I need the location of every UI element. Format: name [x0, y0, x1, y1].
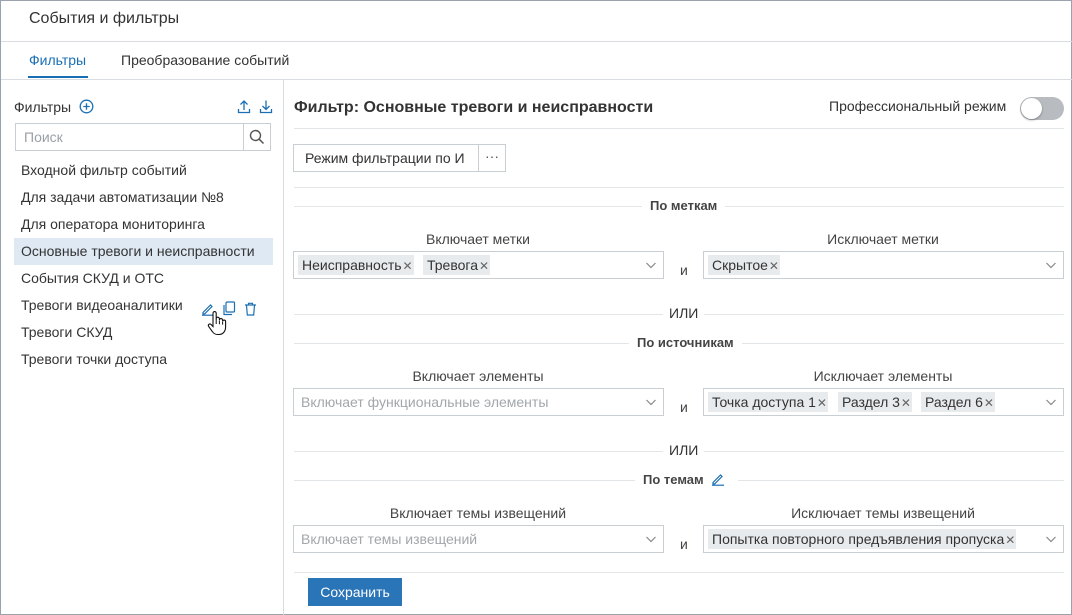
include-tags-label: Включает метки — [426, 231, 530, 247]
element-chip: Точка доступа 1✕ — [708, 392, 828, 412]
close-icon[interactable]: ✕ — [900, 393, 912, 413]
tab-bar: Фильтры Преобразование событий — [1, 42, 1072, 80]
search-button[interactable] — [243, 124, 270, 150]
list-item-hovered[interactable]: Тревоги видеоаналитики — [14, 292, 273, 319]
select-placeholder: Включает темы извещений — [301, 531, 478, 547]
list-item[interactable]: Тревоги СКУД — [14, 319, 273, 346]
toggle-knob — [1021, 98, 1042, 119]
close-icon[interactable]: ✕ — [816, 393, 828, 413]
window-title: События и фильтры — [29, 10, 180, 27]
chip-label: Раздел 6 — [925, 394, 983, 410]
list-item[interactable]: Тревоги точки доступа — [14, 346, 273, 373]
more-button[interactable]: ··· — [478, 144, 506, 172]
exclude-topics-label: Исключает темы извещений — [791, 505, 975, 521]
filters-sidebar: Фильтры Входной фильтр событий Для задач… — [1, 80, 284, 615]
exclude-tags-label: Исключает метки — [827, 231, 939, 247]
filter-editor: Фильтр: Основные тревоги и неисправности… — [285, 80, 1072, 615]
chip-label: Скрытое — [712, 257, 768, 273]
plus-circle-icon[interactable] — [79, 99, 94, 117]
chevron-down-icon — [1046, 262, 1056, 269]
sidebar-heading: Фильтры — [14, 99, 72, 115]
tag-chip: Неисправность✕ — [298, 255, 414, 275]
include-elements-select[interactable]: Включает функциональные элементы — [293, 388, 664, 416]
include-tags-select[interactable]: Неисправность✕ Тревога✕ — [293, 251, 664, 279]
or-label: ИЛИ — [663, 305, 705, 321]
tab-event-transform[interactable]: Преобразование событий — [121, 52, 289, 68]
divider — [294, 187, 1064, 188]
tag-chip: Тревога✕ — [423, 255, 490, 275]
list-item[interactable]: Входной фильтр событий — [14, 157, 273, 184]
or-label: ИЛИ — [663, 442, 705, 458]
divider — [294, 572, 1064, 573]
list-item-selected[interactable]: Основные тревоги и неисправности — [14, 238, 273, 265]
chip-label: Тревога — [427, 257, 478, 273]
chevron-down-icon — [1046, 399, 1056, 406]
chip-label: Точка доступа 1 — [712, 394, 816, 410]
and-label: и — [680, 262, 688, 278]
close-icon[interactable]: ✕ — [768, 256, 780, 276]
section-title-tags: По меткам — [642, 198, 726, 213]
title-bar: События и фильтры — [1, 1, 1072, 42]
exclude-elements-label: Исключает элементы — [813, 368, 953, 384]
pro-mode-label: Профессиональный режим — [829, 98, 1007, 114]
chevron-down-icon — [646, 399, 656, 406]
include-topics-label: Включает темы извещений — [389, 505, 567, 521]
app-window: События и фильтры Фильтры Преобразование… — [0, 0, 1072, 615]
list-item[interactable]: Для оператора мониторинга — [14, 211, 273, 238]
close-icon[interactable]: ✕ — [983, 393, 995, 413]
list-item-label: Тревоги точки доступа — [21, 351, 167, 367]
list-item-label: Для оператора мониторинга — [21, 216, 205, 232]
pro-mode-toggle[interactable] — [1020, 97, 1064, 120]
download-icon[interactable] — [259, 99, 273, 117]
chevron-down-icon — [646, 262, 656, 269]
and-label: и — [680, 399, 688, 415]
list-item[interactable]: Для задачи автоматизации №8 — [14, 184, 273, 211]
filter-mode-button[interactable]: Режим фильтрации по И — [293, 144, 479, 172]
exclude-topics-select[interactable]: Попытка повторного предъявления пропуска… — [703, 525, 1064, 553]
close-icon[interactable]: ✕ — [1004, 530, 1016, 550]
list-item-label: Для задачи автоматизации №8 — [21, 189, 224, 205]
divider — [294, 128, 1064, 129]
element-chip: Раздел 6✕ — [921, 392, 995, 412]
exclude-tags-select[interactable]: Скрытое✕ — [703, 251, 1064, 279]
close-icon[interactable]: ✕ — [478, 256, 490, 276]
active-tab-indicator — [28, 76, 88, 78]
close-icon[interactable]: ✕ — [402, 256, 414, 276]
select-placeholder: Включает функциональные элементы — [301, 394, 549, 410]
list-item-label: Основные тревоги и неисправности — [21, 243, 255, 259]
include-elements-label: Включает элементы — [412, 368, 544, 384]
section-title-sources: По источникам — [629, 335, 742, 350]
chip-label: Попытка повторного предъявления пропуска — [712, 531, 1005, 547]
list-item-label: Тревоги СКУД — [21, 324, 113, 340]
search-icon — [249, 129, 265, 145]
and-label: и — [680, 536, 688, 552]
page-title: Фильтр: Основные тревоги и неисправности — [294, 99, 654, 116]
element-chip: Раздел 3✕ — [838, 392, 912, 412]
save-button[interactable]: Сохранить — [308, 578, 402, 606]
filter-list: Входной фильтр событий Для задачи автома… — [14, 157, 273, 373]
exclude-elements-select[interactable]: Точка доступа 1✕ Раздел 3✕ Раздел 6✕ — [703, 388, 1064, 416]
list-item-label: Входной фильтр событий — [21, 162, 187, 178]
tag-chip: Скрытое✕ — [708, 255, 780, 275]
list-item[interactable]: События СКУД и ОТС — [14, 265, 273, 292]
chip-label: Неисправность — [302, 257, 402, 273]
list-item-label: События СКУД и ОТС — [21, 270, 165, 286]
search-input[interactable] — [16, 124, 243, 150]
tab-filters[interactable]: Фильтры — [29, 52, 86, 68]
search-box — [15, 123, 271, 151]
hand-cursor-icon — [207, 310, 227, 339]
topic-chip: Попытка повторного предъявления пропуска… — [708, 529, 1017, 550]
pencil-icon[interactable] — [711, 472, 725, 489]
chevron-down-icon — [1046, 536, 1056, 543]
upload-icon[interactable] — [237, 99, 251, 117]
include-topics-select[interactable]: Включает темы извещений — [293, 525, 664, 553]
chevron-down-icon — [646, 536, 656, 543]
list-item-label: Тревоги видеоаналитики — [21, 297, 183, 313]
chip-label: Раздел 3 — [842, 394, 900, 410]
